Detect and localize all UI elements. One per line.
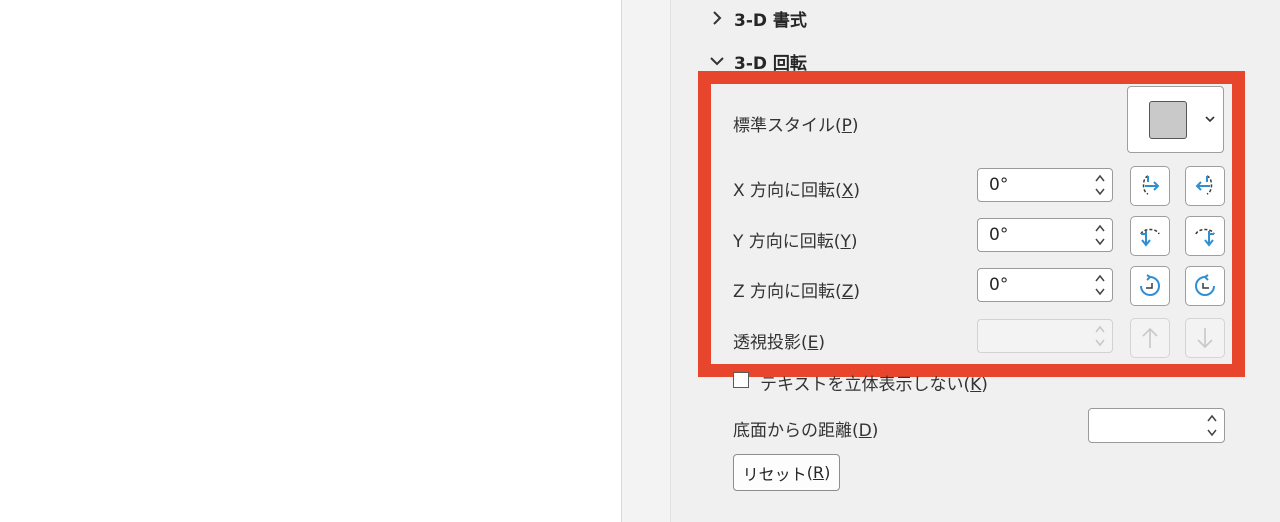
keep-text-flat-label: テキストを立体表示しない(K) <box>760 375 988 395</box>
distance-spinner[interactable] <box>1088 408 1225 443</box>
chevron-right-icon <box>708 9 726 27</box>
spinner-arrows-icon[interactable] <box>1206 412 1218 439</box>
distance-access-key: D <box>858 421 872 441</box>
section-3d-rotation[interactable]: 3-D 回転 <box>708 50 807 74</box>
document-canvas[interactable] <box>0 0 621 522</box>
keep-text-flat-label-text: テキストを立体表示しない <box>760 375 964 395</box>
chevron-down-icon <box>708 52 726 70</box>
distance-label: 底面からの距離(D) <box>733 421 879 441</box>
distance-label-text: 底面からの距離 <box>733 421 852 441</box>
pane-scroll-strip <box>622 0 670 522</box>
section-3d-format[interactable]: 3-D 書式 <box>708 7 807 31</box>
reset-button[interactable]: リセット(R) <box>733 454 840 491</box>
keep-text-flat-checkbox[interactable] <box>733 372 749 388</box>
section-3d-format-label: 3-D 書式 <box>734 10 807 31</box>
highlight-annotation-box <box>698 71 1245 377</box>
reset-access-key: R <box>812 463 825 482</box>
keep-text-flat-access-key: K <box>970 375 982 395</box>
section-3d-rotation-label: 3-D 回転 <box>734 53 807 74</box>
reset-label: リセット <box>742 464 807 484</box>
